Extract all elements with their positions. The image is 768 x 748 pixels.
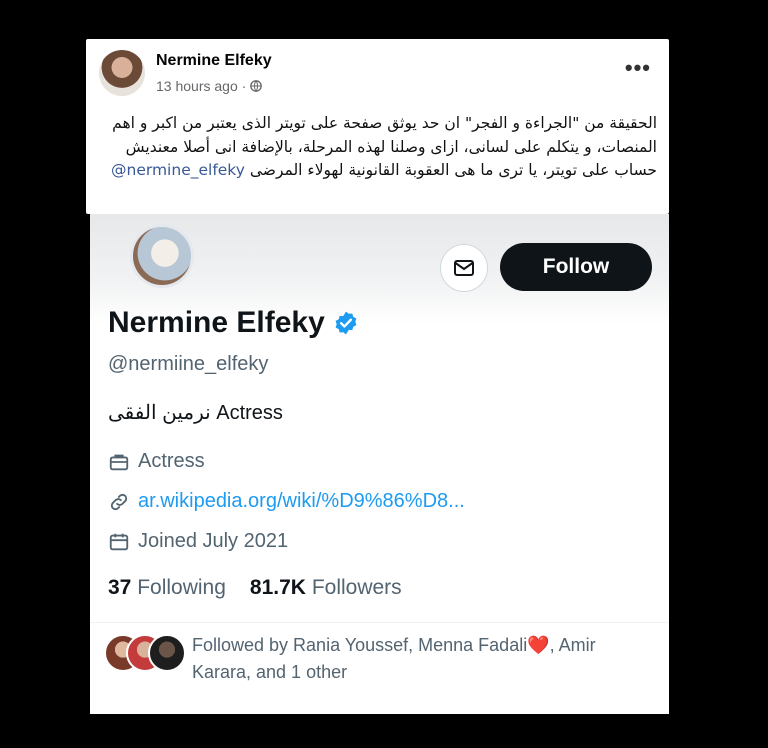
joined-row: Joined July 2021 — [108, 530, 288, 553]
globe-icon — [250, 80, 263, 92]
followed-by-names: Followed by Rania Youssef, Menna Fadali — [192, 635, 528, 655]
category-row: Actress — [108, 450, 205, 473]
mention-link[interactable]: @nermine_elfeky — [111, 161, 245, 179]
link-icon — [110, 493, 128, 510]
profile-name: Nermine Elfeky — [108, 306, 359, 340]
followers-label: Followers — [311, 576, 402, 599]
briefcase-icon — [109, 454, 129, 470]
post-time[interactable]: 13 hours ago · — [156, 78, 246, 94]
link-row: ar.wikipedia.org/wiki/%D9%86%D8... — [108, 490, 465, 513]
profile-bio: نرمين الفقى Actress — [108, 402, 283, 424]
message-button[interactable] — [440, 244, 488, 292]
display-name: Nermine Elfeky — [108, 306, 325, 339]
followed-by-text: Followed by Rania Youssef, Menna Fadali❤… — [192, 632, 644, 686]
profile-category: Actress — [138, 450, 205, 472]
profile-website-link[interactable]: ar.wikipedia.org/wiki/%D9%86%D8... — [138, 490, 465, 513]
author-name[interactable]: Nermine Elfeky — [156, 52, 272, 70]
follow-stats: 37 Following 81.7K Followers — [108, 576, 402, 600]
profile-handle: @nermiine_elfeky — [108, 353, 269, 375]
post-text: الحقيقة من "الجراءة و الفجر" ان حد يوثق … — [98, 112, 657, 183]
author-avatar[interactable] — [99, 50, 145, 96]
heart-icon: ❤️ — [527, 635, 550, 655]
follow-button[interactable]: Follow — [500, 243, 652, 291]
avatar — [148, 634, 186, 672]
profile-avatar[interactable] — [130, 224, 194, 288]
following-label: Following — [137, 576, 226, 599]
post-meta: 13 hours ago · — [156, 78, 263, 94]
verified-badge-icon — [335, 311, 357, 335]
followed-by-row[interactable]: Followed by Rania Youssef, Menna Fadali❤… — [104, 632, 644, 686]
follower-avatars — [104, 632, 186, 672]
facebook-post-card: Nermine Elfeky 13 hours ago · ••• الحقيق… — [86, 39, 669, 214]
followers-stat[interactable]: 81.7K Followers — [250, 576, 402, 600]
following-count: 37 — [108, 576, 132, 599]
envelope-icon — [454, 260, 474, 276]
calendar-icon — [109, 533, 129, 550]
joined-date: Joined July 2021 — [138, 530, 289, 552]
following-stat[interactable]: 37 Following — [108, 576, 226, 600]
twitter-profile-screenshot: Follow Nermine Elfeky @nermiine_elfeky ن… — [90, 214, 669, 714]
divider — [90, 622, 669, 623]
more-options-icon[interactable]: ••• — [625, 57, 651, 79]
followers-count: 81.7K — [249, 576, 306, 599]
